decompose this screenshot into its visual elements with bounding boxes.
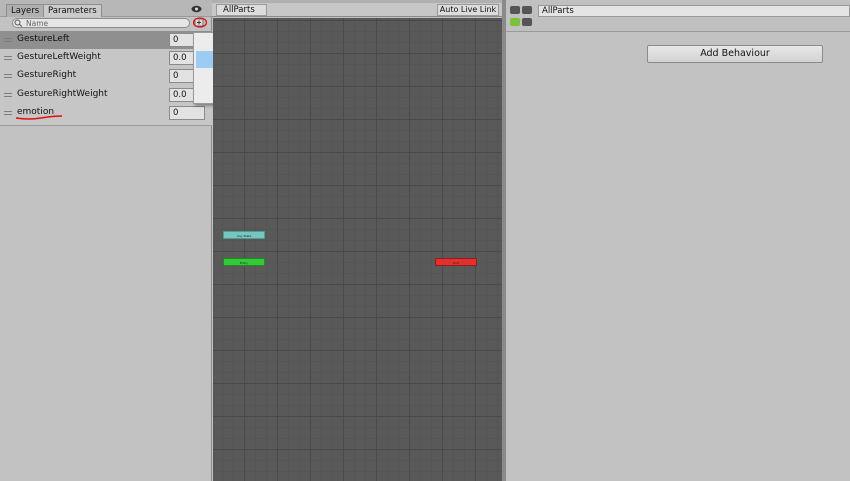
eye-icon[interactable] xyxy=(191,5,202,13)
tab-parameters[interactable]: Parameters xyxy=(43,4,102,17)
parameter-row[interactable]: GestureLeftWeight 0.0 xyxy=(0,49,212,67)
drag-handle-icon[interactable] xyxy=(4,38,12,42)
state-node-entry[interactable]: Entry xyxy=(223,258,265,266)
breadcrumb-layer[interactable]: AllParts xyxy=(216,4,267,16)
drag-handle-icon[interactable] xyxy=(4,56,12,60)
parameter-row[interactable]: GestureLeft 0 xyxy=(0,31,212,49)
search-input[interactable]: Name xyxy=(12,18,190,28)
parameter-row[interactable]: GestureRight 0 xyxy=(0,67,212,85)
parameter-name: GestureRight xyxy=(17,70,77,80)
state-node-any-state[interactable]: Any State xyxy=(223,231,265,239)
inspector-panel xyxy=(506,0,850,481)
state-machine-graph[interactable] xyxy=(213,18,502,481)
parameter-name: GestureLeftWeight xyxy=(17,52,101,62)
drag-handle-icon[interactable] xyxy=(4,93,12,97)
parameter-row[interactable]: GestureRightWeight 0.0 xyxy=(0,86,212,104)
add-parameter-button[interactable] xyxy=(193,17,207,28)
drag-handle-icon[interactable] xyxy=(4,74,12,78)
parameter-name: GestureLeft xyxy=(17,34,70,44)
layer-icon xyxy=(510,5,534,27)
parameter-name: GestureRightWeight xyxy=(17,89,108,99)
layer-name-field[interactable]: AllParts xyxy=(538,5,850,17)
search-icon xyxy=(14,19,23,27)
auto-live-link-toggle[interactable]: Auto Live Link xyxy=(437,4,499,16)
parameter-value-field[interactable]: 0 xyxy=(169,106,205,120)
tab-layers[interactable]: Layers xyxy=(6,4,45,17)
drag-handle-icon[interactable] xyxy=(4,111,12,115)
red-underline-annotation xyxy=(15,115,63,120)
add-behaviour-button[interactable]: Add Behaviour xyxy=(647,45,823,63)
state-node-exit[interactable]: Exit xyxy=(435,258,477,266)
